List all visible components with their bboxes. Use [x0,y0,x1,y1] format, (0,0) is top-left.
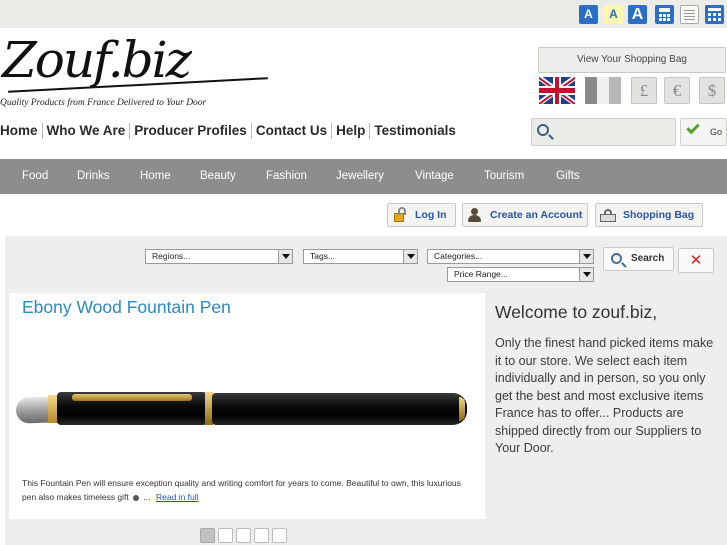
description-ellipsis: ... [143,492,151,502]
featured-product-description: This Fountain Pen will ensure exception … [22,476,477,504]
nav-testimonials[interactable]: Testimonials [374,123,456,138]
regions-select[interactable]: Regions... [145,249,293,264]
currency-gbp-button[interactable]: £ [631,77,657,104]
user-icon [467,207,483,223]
shopping-bag-label: Shopping Bag [623,209,695,221]
slide-dot-3[interactable] [236,528,251,543]
text-size-large-button[interactable]: A [628,5,647,24]
content-panel: Regions... Tags... Categories... Price R… [5,236,727,545]
nav-divider [129,123,131,140]
categories-select-value: Categories... [434,251,483,261]
category-beauty[interactable]: Beauty [200,159,236,194]
french-flag-icon[interactable] [585,77,621,104]
view-shopping-bag-button[interactable]: View Your Shopping Bag [538,47,726,73]
english-flag-icon[interactable] [539,77,575,104]
text-size-normal-button[interactable]: A [604,5,623,24]
shopping-bag-icon [600,207,616,223]
nav-help[interactable]: Help [336,123,365,138]
category-gifts[interactable]: Gifts [556,159,580,194]
category-food[interactable]: Food [22,159,48,194]
create-account-button[interactable]: Create an Account [462,203,588,227]
shopping-bag-button[interactable]: Shopping Bag [595,203,703,227]
lock-icon [392,207,408,223]
tags-select-value: Tags... [310,251,336,261]
clear-filters-button[interactable]: ✕ [678,248,714,273]
slide-dot-4[interactable] [254,528,269,543]
slide-dot-1[interactable] [200,528,215,543]
search-go-button[interactable]: Go [680,118,727,146]
description-text: This Fountain Pen will ensure exception … [22,478,461,502]
category-tourism[interactable]: Tourism [484,159,524,194]
read-more-link[interactable]: Read in full [156,492,199,502]
text-size-small-button[interactable]: A [579,5,598,24]
search-icon [611,253,622,264]
welcome-text: Only the finest hand picked items make i… [495,336,714,455]
sitemap-icon[interactable] [705,5,724,24]
search-input[interactable] [531,118,676,146]
filter-search-button[interactable]: Search [603,247,674,271]
chevron-down-icon [278,250,292,263]
price-range-select-value: Price Range... [454,269,508,279]
main-navigation: Home Who We Are Producer Profiles Contact U… [0,123,456,140]
create-account-label: Create an Account [490,209,583,221]
featured-product-card: Ebony Wood Fountain Pen This Fountain Pe… [9,293,485,519]
category-bar: Food Drinks Home Beauty Fashion Jeweller… [0,159,727,194]
price-range-select[interactable]: Price Range... [447,267,594,282]
category-jewellery[interactable]: Jewellery [336,159,384,194]
categories-select[interactable]: Categories... [427,249,594,264]
filter-search-label: Search [631,253,665,264]
category-home[interactable]: Home [140,159,171,194]
login-label: Log In [415,209,447,221]
category-fashion[interactable]: Fashion [266,159,307,194]
site-tagline: Quality Products from France Delivered t… [0,98,207,108]
calculator-icon[interactable] [655,5,674,24]
text-only-icon[interactable] [680,5,699,24]
fountain-pen-image[interactable] [12,389,467,429]
close-icon: ✕ [689,251,703,269]
welcome-title: Welcome to zouf.biz, [495,302,658,322]
nav-divider [250,123,252,140]
nav-producer-profiles[interactable]: Producer Profiles [134,123,247,138]
currency-usd-button[interactable]: $ [699,77,725,104]
logo-wordmark: Zouf.biz [2,31,192,89]
slide-dot-5[interactable] [272,528,287,543]
bullet-icon [133,494,140,501]
chevron-down-icon [579,268,593,281]
go-label: Go [710,127,723,137]
nav-who-we-are[interactable]: Who We Are [47,123,126,138]
site-logo[interactable]: Zouf.biz [0,32,280,100]
checkmark-icon [686,120,700,135]
nav-divider [331,123,333,140]
login-button[interactable]: Log In [387,203,456,227]
nav-home[interactable]: Home [0,123,38,138]
featured-product-title[interactable]: Ebony Wood Fountain Pen [22,297,231,318]
category-vintage[interactable]: Vintage [415,159,454,194]
currency-eur-button[interactable]: € [664,77,690,104]
accessibility-bar: A A A [0,0,727,28]
chevron-down-icon [403,250,417,263]
chevron-down-icon [579,250,593,263]
category-drinks[interactable]: Drinks [77,159,110,194]
regions-select-value: Regions... [152,251,191,261]
tags-select[interactable]: Tags... [303,249,418,264]
nav-contact-us[interactable]: Contact Us [256,123,327,138]
nav-divider [41,123,43,140]
slide-dot-2[interactable] [218,528,233,543]
nav-divider [369,123,371,140]
